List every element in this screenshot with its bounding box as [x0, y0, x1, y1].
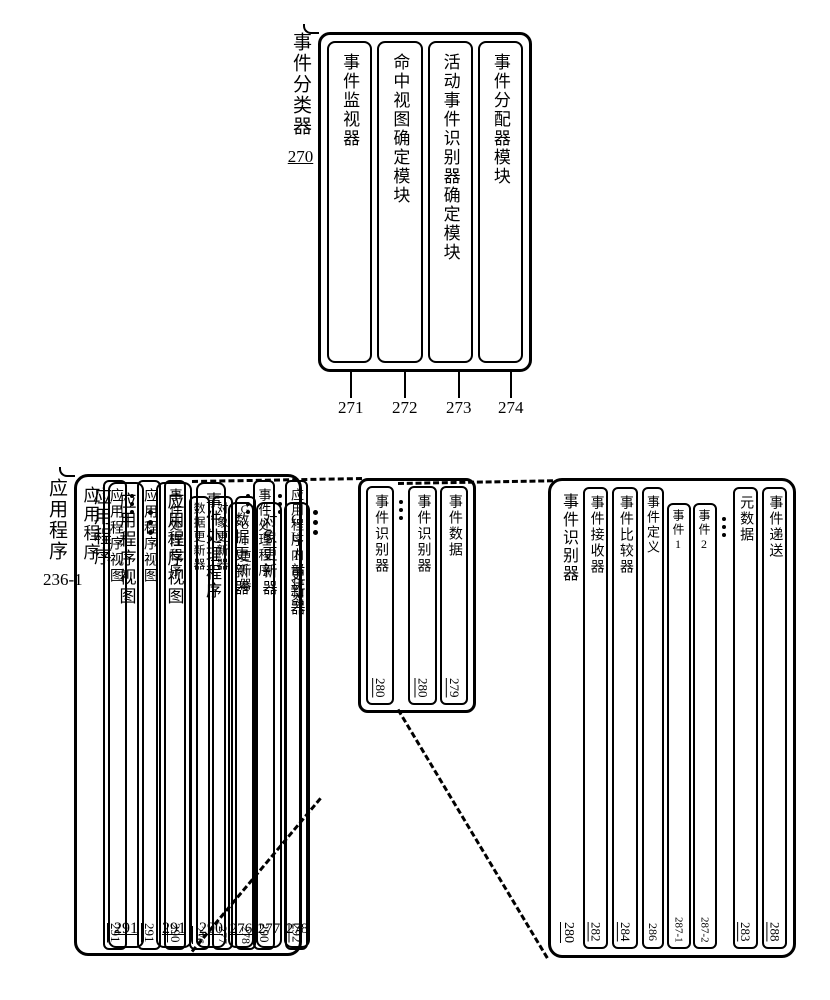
connector-tick: [59, 467, 75, 477]
app-header-col: 应用程序: [80, 480, 100, 950]
lead-line: [404, 372, 406, 398]
ellipsis-icon: [278, 480, 282, 950]
application-grid: 应用程序 应用程序视图 291 应用程序视图 291 事件处理程序 290 数据…: [80, 480, 296, 950]
application-label: 应用程序: [43, 478, 70, 562]
connector-tick: [303, 24, 319, 34]
event-recognizer-box: 事件识别器 280 事件接收器 282 事件比较器 284 事件定义 286: [548, 478, 796, 958]
app-view-1: 应用程序视图 291: [103, 480, 127, 950]
recognizer-item-2: 事件识别器 280: [408, 486, 436, 705]
event-handler-1: 事件处理程序 290: [164, 480, 186, 950]
event-classifier-ref: 270: [287, 147, 314, 167]
event-data-item: 事件数据 279: [440, 486, 468, 705]
lead-line: [510, 372, 512, 398]
event-classifier-label: 事件分类器: [287, 32, 314, 137]
ellipsis-icon: [397, 486, 405, 705]
event-definitions-group: 事件定义 286 事件1 287-1 事件2 287-2: [642, 487, 729, 949]
internal-state: 应用程序内部状态 292: [285, 480, 308, 950]
recognizer-list-box: 事件识别器 280 事件识别器 280 事件数据 279: [358, 478, 476, 713]
ec-row-dispatcher: 事件分配器模块: [478, 41, 523, 363]
ref-271: 271: [338, 398, 364, 418]
ref-272: 272: [392, 398, 418, 418]
object-updater: 对象更新器 277: [212, 496, 233, 950]
ref-274: 274: [498, 398, 524, 418]
event-comparator: 事件比较器 284: [612, 487, 637, 949]
ellipsis-icon: [130, 480, 134, 950]
ec-row-active: 活动事件识别器确定模块: [428, 41, 473, 363]
ref-273: 273: [446, 398, 472, 418]
ec-row-monitor: 事件监视器: [327, 41, 372, 363]
er-title-col: 事件识别器 280: [557, 487, 579, 949]
dashed-connector: [397, 709, 549, 959]
event-classifier-title: 事件分类器 270: [287, 32, 314, 167]
event-delivery: 事件递送 288: [762, 487, 787, 949]
ec-row-hitview: 命中视图确定模块: [377, 41, 422, 363]
event-handler-2: 事件处理程序 290: [253, 480, 275, 950]
lead-line: [350, 372, 352, 398]
ellipsis-icon: [719, 503, 729, 949]
metadata: 元数据 283: [733, 487, 758, 949]
event-1: 事件1 287-1: [667, 503, 691, 949]
event-receiver: 事件接收器 282: [583, 487, 608, 949]
recognizer-item-1: 事件识别器 280: [366, 486, 394, 705]
app-view-2: 应用程序视图 291: [137, 480, 161, 950]
event-classifier-box: 事件监视器 命中视图确定模块 活动事件识别器确定模块 事件分配器模块: [318, 32, 532, 372]
event-2: 事件2 287-2: [693, 503, 717, 949]
updater-group: 数据更新器 276 对象更新器 277 GUI更新器 278: [189, 480, 243, 950]
ellipsis-icon: [313, 510, 318, 535]
event-definitions: 事件定义 286: [642, 487, 664, 949]
lead-line: [458, 372, 460, 398]
data-updater: 数据更新器 276: [189, 496, 210, 950]
